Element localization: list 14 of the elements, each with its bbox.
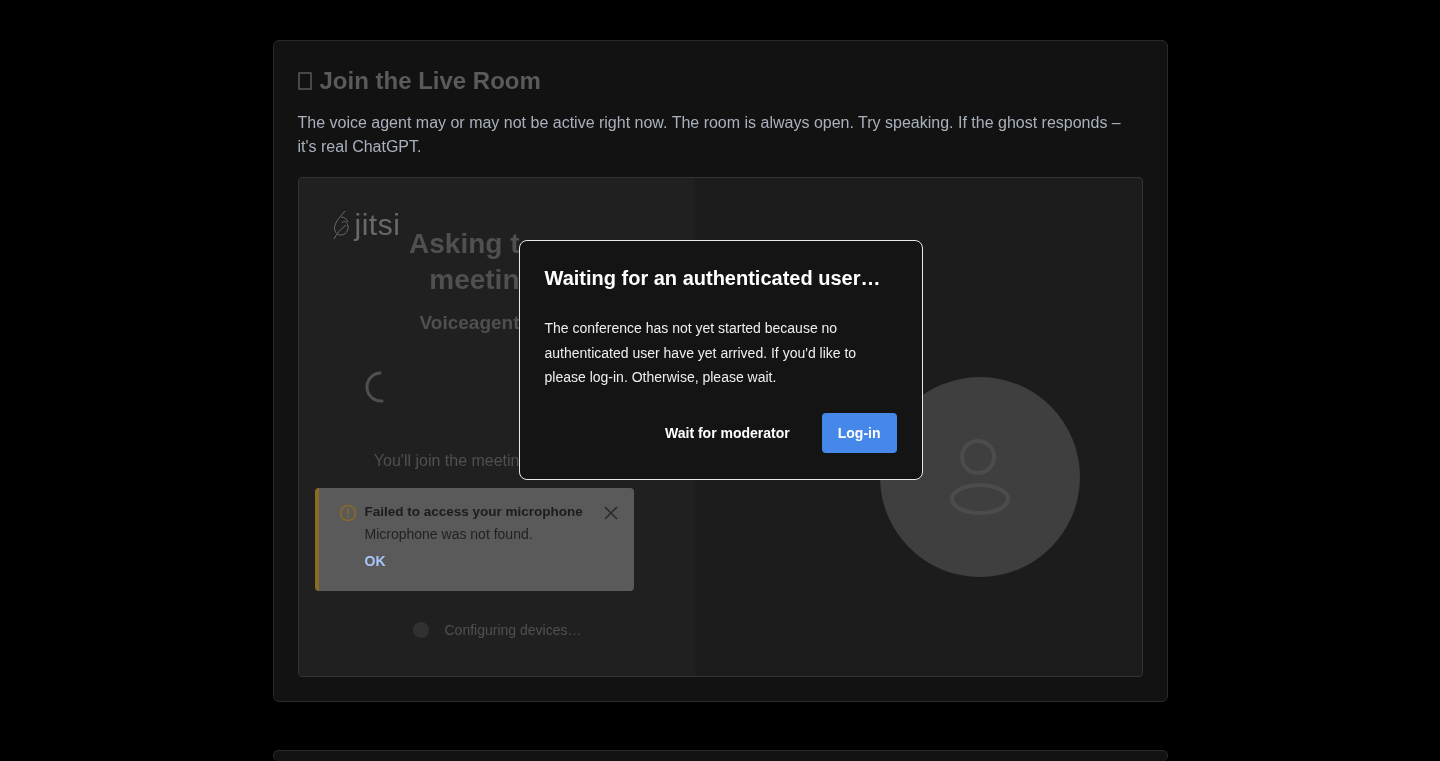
toast-message: Microphone was not found.: [364, 526, 534, 542]
warning-icon: [338, 504, 357, 522]
dialog-message: The conference has not yet started because no authenticated user have yet arrived. If you'd like to please log-in. Otherwise, please wait.: [544, 319, 858, 387]
toast-title: Failed to access your microphone: [364, 504, 584, 519]
section-title: Join the Live Room: [319, 67, 541, 95]
ok-link[interactable]: OK: [364, 553, 386, 569]
login-button[interactable]: Log-in: [821, 413, 897, 453]
section-description: The voice agent may or may not be active right now. The room is always open. Try speaking. If the ghost responds – it's real ChatGPT.: [297, 113, 1122, 157]
logo-text: jitsi: [354, 208, 401, 242]
spinner-icon: [365, 370, 385, 404]
close-icon[interactable]: [601, 504, 620, 522]
dialog-title: Waiting for an authenticated user…: [544, 267, 882, 290]
wait-button[interactable]: Wait for moderator: [665, 413, 790, 453]
missing-glyph-icon: [297, 72, 312, 90]
